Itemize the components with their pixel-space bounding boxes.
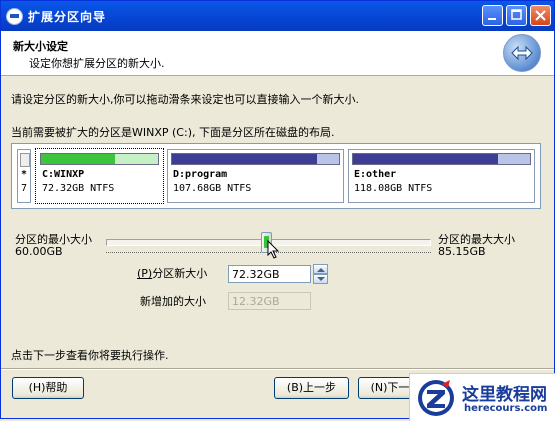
new-size-input[interactable]: 72.32GB — [228, 265, 311, 283]
size-slider[interactable] — [106, 232, 431, 259]
window-title: 扩展分区向导 — [28, 10, 107, 24]
close-icon — [535, 10, 546, 21]
partition-usage-bar — [352, 153, 531, 165]
resize-arrows-icon — [503, 34, 541, 72]
minimize-button[interactable] — [482, 5, 503, 26]
instruction-text: 请设定分区的新大小,你可以拖动滑条来设定也可以直接输入一个新大小. — [11, 93, 359, 106]
title-bar[interactable]: 扩展分区向导 — [1, 1, 554, 31]
disk-layout: * 7 C:WINXP 72.32GB NTFS D:program 107.6… — [11, 143, 541, 209]
partition-size: 118.08GB NTFS — [354, 183, 433, 194]
partition-size: 72.32GB NTFS — [42, 183, 115, 194]
partition-usage-fill — [353, 154, 499, 164]
spin-down-button[interactable] — [313, 274, 328, 284]
watermark-logo-icon — [418, 380, 454, 416]
added-size-label: 新增加的大小 — [140, 295, 206, 308]
chevron-up-icon — [317, 268, 325, 272]
partition-name: E:other — [354, 169, 397, 180]
help-button[interactable]: (H)帮助 — [12, 377, 84, 399]
chevron-down-icon — [317, 277, 325, 281]
partition-usage-fill — [41, 154, 115, 164]
max-size-value: 85.15GB — [438, 245, 486, 258]
partition-d[interactable]: D:program 107.68GB NTFS — [167, 149, 344, 203]
watermark-text: 这里教程网 — [462, 385, 547, 405]
watermark-url: herecours.com — [464, 403, 548, 414]
partition-e[interactable]: E:other 118.08GB NTFS — [348, 149, 535, 203]
footer-divider — [1, 368, 554, 370]
close-button[interactable] — [530, 5, 551, 26]
page-subtitle: 设定你想扩展分区的新大小. — [29, 57, 165, 70]
partition-c[interactable]: C:WINXP 72.32GB NTFS — [35, 148, 164, 204]
partition-usage-bar — [171, 153, 340, 165]
added-size-input: 12.32GB — [228, 292, 311, 310]
layout-text: 当前需要被扩大的分区是WINXP (C:), 下面是分区所在磁盘的布局. — [11, 126, 335, 139]
min-size-value: 60.00GB — [15, 245, 63, 258]
wizard-window: 扩展分区向导 新大小设定 设定你想扩展分区的新大小. 请设定分区的新大小,你可以… — [0, 0, 555, 421]
new-size-label: (P)分区新大小 — [137, 267, 208, 280]
unallocated-space[interactable]: * 7 — [17, 149, 31, 203]
partition-usage-bar — [40, 153, 159, 165]
partition-name: D:program — [173, 169, 228, 180]
spin-up-button[interactable] — [313, 264, 328, 274]
footer-hint: 点击下一步查看你将要执行操作. — [11, 349, 169, 362]
maximize-button[interactable] — [506, 5, 527, 26]
maximize-icon — [511, 9, 522, 20]
partition-size: 107.68GB NTFS — [173, 183, 252, 194]
mouse-cursor-icon — [267, 240, 280, 259]
partition-name: C:WINXP — [42, 169, 85, 180]
back-button[interactable]: (B)上一步 — [274, 377, 349, 399]
partition-usage-fill — [172, 154, 318, 164]
minimize-icon — [488, 18, 496, 20]
wizard-header: 新大小设定 设定你想扩展分区的新大小. — [1, 31, 554, 76]
page-title: 新大小设定 — [13, 40, 68, 53]
watermark: 这里教程网 herecours.com — [409, 373, 555, 421]
app-icon — [6, 8, 23, 25]
